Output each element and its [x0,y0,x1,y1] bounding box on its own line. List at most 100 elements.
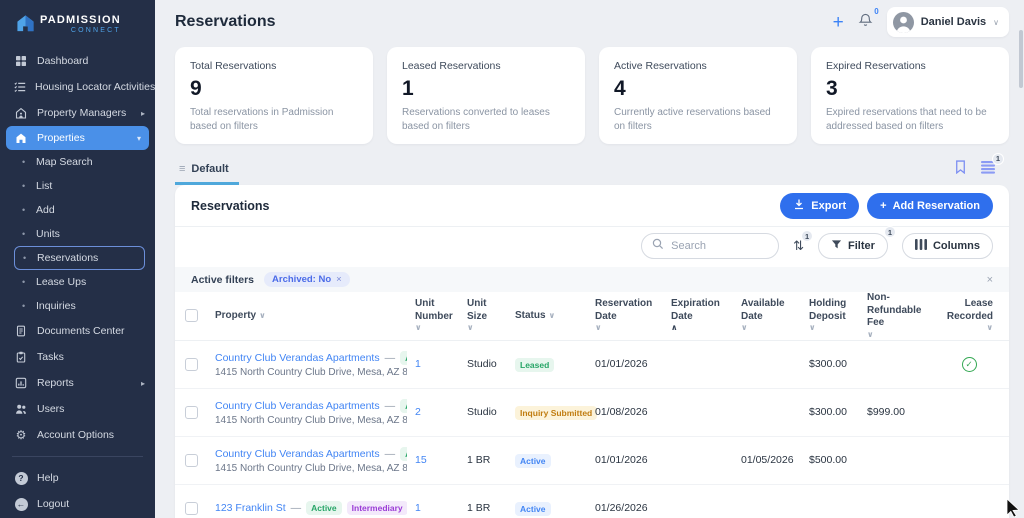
sidebar-item-reservations[interactable]: • Reservations [14,246,145,270]
available-date: 01/05/2026 [741,454,809,466]
save-view-button[interactable] [954,160,967,179]
sort-button[interactable]: ⇅ 1 [793,238,804,254]
table-header-row: Property∨ Unit Number∨ Unit Size∨ Status… [175,292,1009,341]
brand-subtitle: CONNECT [40,27,121,34]
column-header-expiration-date[interactable]: Expiration Date∧ [671,298,741,333]
export-label: Export [811,200,846,212]
sidebar-item-tasks[interactable]: Tasks [0,344,155,370]
sidebar-item-housing-locator-activities[interactable]: Housing Locator Activities [0,74,155,100]
sidebar-divider [12,456,143,457]
sidebar-item-label: Units [36,228,60,240]
stat-value: 9 [190,77,358,101]
unit-number-link[interactable]: 1 [415,358,467,370]
property-link[interactable]: 123 Franklin St [215,502,286,514]
stat-card-leased-reservations: Leased Reservations 1 Reservations conve… [387,47,585,144]
property-link[interactable]: Country Club Verandas Apartments [215,352,380,364]
column-header-property[interactable]: Property∨ [215,310,415,323]
unit-number-link[interactable]: 15 [415,454,467,466]
row-checkbox[interactable] [185,406,198,419]
help-icon: ? [15,472,28,485]
bar-chart-icon [14,377,28,389]
property-status-badge: Active [400,351,407,365]
chevron-down-icon: ∨ [741,323,748,333]
chevron-down-icon: ∨ [809,323,816,333]
sidebar-item-units[interactable]: • Units [14,222,145,246]
notifications-button[interactable]: 0 [858,12,873,33]
sidebar-item-label: Help [37,472,145,484]
column-header-unit-size[interactable]: Unit Size∨ [467,298,515,333]
sidebar-item-property-managers[interactable]: Property Managers ▸ [0,100,155,126]
column-header-unit-number[interactable]: Unit Number∨ [415,298,467,333]
unit-number-link[interactable]: 1 [415,502,467,514]
gear-icon: ⚙ [14,429,28,441]
sidebar-item-label: Dashboard [37,55,145,67]
user-name: Daniel Davis [921,16,986,28]
status-badge: Active [515,502,551,516]
column-header-available-date[interactable]: Available Date∨ [741,298,809,333]
table-row[interactable]: Country Club Verandas Apartments — Activ… [175,389,1009,437]
column-header-reservation-date[interactable]: Reservation Date∨ [595,298,671,333]
reservation-date: 01/01/2026 [595,454,671,466]
filter-chip-archived[interactable]: Archived: No × [264,272,350,287]
bullet-icon: • [22,277,28,287]
sidebar-item-dashboard[interactable]: Dashboard [0,48,155,74]
column-header-non-refundable-fee[interactable]: Non-Refundable Fee∨ [867,292,939,340]
search-box[interactable] [641,233,779,259]
sidebar-item-list[interactable]: • List [14,174,145,198]
unit-size: Studio [467,406,515,418]
property-status-badge: Active [306,501,342,515]
table-row[interactable]: 123 Franklin St — Active Intermediary 1 … [175,485,1009,518]
saved-views-button[interactable]: 1 [981,161,995,179]
brand-logo[interactable]: PADMISSION CONNECT [0,8,155,48]
select-all-checkbox[interactable] [185,309,198,322]
property-type-badge: Intermediary [347,501,407,515]
unit-size: Studio [467,358,515,370]
stat-card-active-reservations: Active Reservations 4 Currently active r… [599,47,797,144]
unit-number-link[interactable]: 2 [415,406,467,418]
sidebar-item-lease-ups[interactable]: • Lease Ups [14,270,145,294]
chevron-down-icon: ∨ [867,330,874,340]
property-link[interactable]: Country Club Verandas Apartments [215,400,380,412]
column-header-status[interactable]: Status∨ [515,310,595,323]
row-checkbox[interactable] [185,502,198,515]
stat-description: Expired reservations that need to be add… [826,106,994,133]
download-icon [793,198,805,213]
tab-default[interactable]: ≡ Default [175,163,239,185]
status-badge: Inquiry Submitted [515,406,597,420]
column-header-holding-deposit[interactable]: Holding Deposit∨ [809,298,867,333]
sidebar-item-users[interactable]: Users [0,396,155,422]
user-menu[interactable]: Daniel Davis ∨ [887,7,1009,37]
sidebar-item-label: Property Managers [37,107,132,119]
filter-button[interactable]: Filter 1 [818,233,888,259]
table-row[interactable]: Country Club Verandas Apartments — Activ… [175,341,1009,389]
main-content: Reservations + 0 Daniel Davis ∨ Total Re… [155,0,1024,518]
sidebar-item-account-options[interactable]: ⚙ Account Options [0,422,155,448]
columns-button[interactable]: Columns [902,233,993,259]
sidebar-item-help[interactable]: ? Help [0,465,155,491]
clear-filters-button[interactable]: × [987,274,993,286]
stat-description: Total reservations in Padmission based o… [190,106,358,133]
table-row[interactable]: Country Club Verandas Apartments — Activ… [175,437,1009,485]
sidebar-item-label: Users [37,403,145,415]
notification-count-badge: 0 [874,7,878,16]
sidebar-item-inquiries[interactable]: • Inquiries [14,294,145,318]
column-header-lease-recorded[interactable]: Lease Recorded∨ [939,298,999,333]
row-checkbox[interactable] [185,358,198,371]
sidebar-item-add[interactable]: • Add [14,198,145,222]
remove-filter-icon[interactable]: × [336,274,342,285]
sidebar-item-label: Account Options [37,429,145,441]
chevron-down-icon: ∨ [987,323,994,333]
property-link[interactable]: Country Club Verandas Apartments [215,448,380,460]
columns-label: Columns [933,240,980,252]
sidebar-item-properties[interactable]: Properties ▾ [6,126,149,150]
add-reservation-button[interactable]: + Add Reservation [867,193,993,219]
sidebar-item-reports[interactable]: Reports ▸ [0,370,155,396]
export-button[interactable]: Export [780,193,859,219]
search-input[interactable] [671,240,768,252]
sidebar-item-map-search[interactable]: • Map Search [14,150,145,174]
row-checkbox[interactable] [185,454,198,467]
quick-add-button[interactable]: + [833,13,844,32]
sidebar-item-documents-center[interactable]: Documents Center [0,318,155,344]
sidebar-item-logout[interactable]: ← Logout [0,491,155,517]
scrollbar-thumb[interactable] [1019,30,1023,88]
